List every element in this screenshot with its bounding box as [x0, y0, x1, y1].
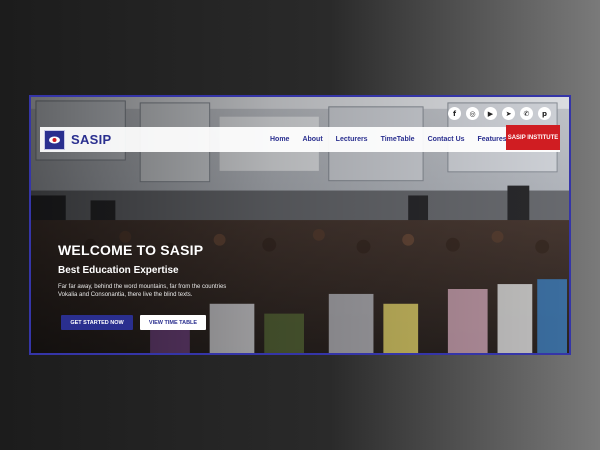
website-frame: f ◎ ▶ ➤ ✆ p SASIP Home About Lecturers T… — [29, 95, 571, 355]
eye-logo-icon — [49, 136, 60, 143]
brand-name[interactable]: SASIP — [71, 132, 112, 147]
whatsapp-icon[interactable]: ✆ — [520, 107, 533, 120]
facebook-icon[interactable]: f — [448, 107, 461, 120]
pinterest-icon[interactable]: p — [538, 107, 551, 120]
hero-description-line-2: Vokalia and Consonantia, there live the … — [58, 292, 193, 298]
main-navbar: SASIP Home About Lecturers TimeTable Con… — [40, 125, 560, 152]
social-links: f ◎ ▶ ➤ ✆ p — [448, 107, 551, 120]
nav-item-contact[interactable]: Contact Us — [428, 136, 465, 143]
nav-item-features-label: Features — [477, 136, 507, 143]
sasip-institute-button[interactable]: SASIP INSTITUTE — [506, 125, 560, 150]
view-timetable-button[interactable]: VIEW TIME TABLE — [140, 315, 206, 330]
instagram-icon[interactable]: ◎ — [466, 107, 479, 120]
get-started-button[interactable]: GET STARTED NOW — [61, 315, 133, 330]
youtube-icon[interactable]: ▶ — [484, 107, 497, 120]
hero-description-line-1: Far far away, behind the word mountains,… — [58, 284, 227, 290]
nav-item-timetable[interactable]: TimeTable — [381, 136, 415, 143]
telegram-icon[interactable]: ➤ — [502, 107, 515, 120]
sasip-logo-icon[interactable] — [44, 129, 65, 150]
hero-description: Far far away, behind the word mountains,… — [58, 283, 228, 299]
nav-item-about[interactable]: About — [302, 136, 322, 143]
nav-item-lecturers[interactable]: Lecturers — [336, 136, 368, 143]
nav-item-home[interactable]: Home — [270, 136, 289, 143]
hero-subtitle: Best Education Expertise — [58, 265, 179, 276]
nav-menu: Home About Lecturers TimeTable Contact U… — [270, 127, 525, 152]
hero-title: WELCOME TO SASIP — [58, 242, 204, 258]
